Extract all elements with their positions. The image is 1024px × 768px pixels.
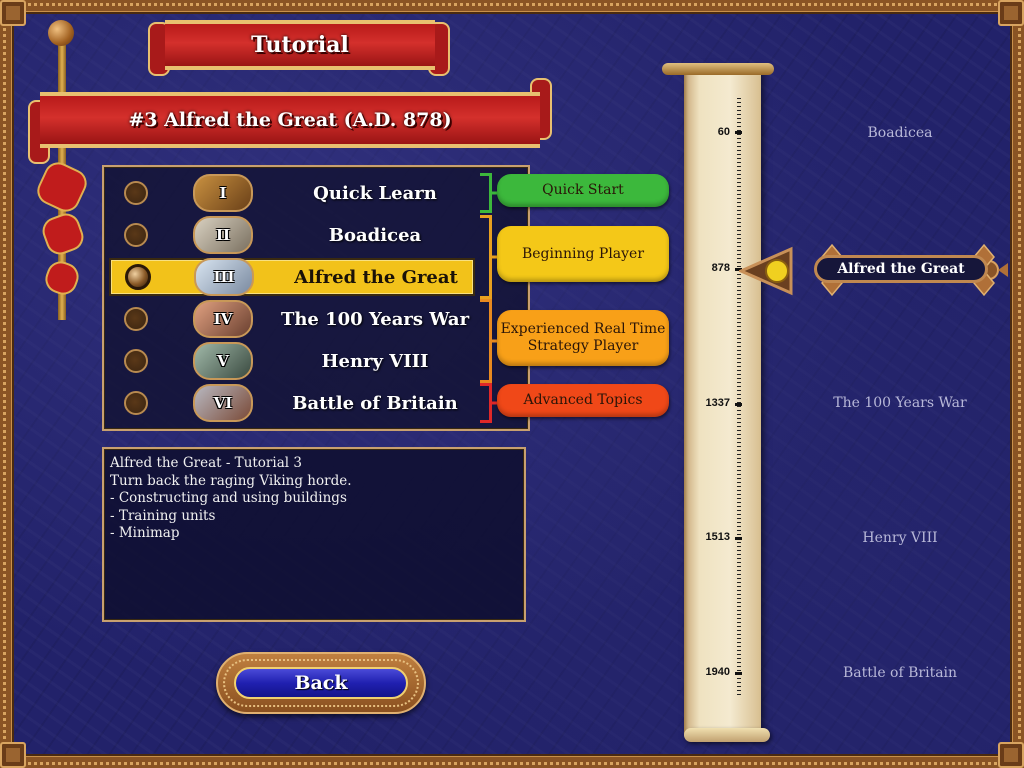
radio-button[interactable] — [124, 349, 148, 373]
factory-medallion-icon: VI — [193, 384, 253, 422]
tutorial-label: Alfred the Great — [294, 266, 458, 288]
advanced-topics-button[interactable]: Advanced Topics — [497, 384, 669, 417]
beginning-player-button[interactable]: Beginning Player — [497, 226, 669, 282]
back-button[interactable]: Back — [234, 667, 408, 699]
timeline-ruler — [737, 98, 741, 698]
era-label[interactable]: Battle of Britain — [800, 665, 1000, 681]
tutorial-label: Boadicea — [328, 224, 422, 246]
frame-corner — [0, 742, 26, 768]
frame-corner — [998, 0, 1024, 26]
year-label: 1940 — [705, 666, 730, 678]
description-bullet: - Constructing and using buildings — [110, 490, 347, 506]
page-title: Tutorial — [165, 20, 435, 70]
major-tick — [735, 131, 742, 134]
tutorial-item[interactable]: VI Battle of Britain — [110, 384, 474, 422]
level-bracket — [480, 383, 492, 423]
radio-button[interactable] — [124, 391, 148, 415]
description-bullet: - Training units — [110, 507, 216, 524]
tutorial-item[interactable]: V Henry VIII — [110, 342, 474, 380]
level-bracket — [480, 173, 492, 213]
tutorial-item[interactable]: II Boadicea — [110, 216, 474, 254]
major-tick — [735, 537, 742, 540]
radio-button[interactable] — [124, 307, 148, 331]
radio-button[interactable] — [124, 181, 148, 205]
year-label: 60 — [717, 126, 730, 138]
year-label: 1513 — [705, 531, 730, 543]
sphinx-medallion-icon: I — [193, 174, 253, 212]
tutorial-heading: #3 Alfred the Great (A.D. 878) — [40, 92, 540, 148]
description-bullet: - Minimap — [110, 525, 180, 541]
description-title: Alfred the Great - Tutorial 3 — [110, 455, 302, 471]
era-label[interactable]: Henry VIII — [800, 530, 1000, 546]
current-era-label: Alfred the Great — [814, 255, 988, 283]
era-label[interactable]: Boadicea — [800, 125, 1000, 141]
tutorial-label: Battle of Britain — [292, 392, 458, 414]
major-tick — [735, 403, 742, 406]
timeline-marker-icon — [739, 246, 793, 296]
tutorial-item-selected[interactable]: III Alfred the Great — [109, 258, 475, 296]
level-bracket — [480, 299, 492, 383]
radio-button-checked[interactable] — [125, 264, 151, 290]
temple-medallion-icon: II — [193, 216, 253, 254]
tutorial-label: Quick Learn — [313, 182, 437, 204]
scroll-rod — [684, 728, 770, 742]
year-label: 1337 — [705, 397, 730, 409]
scroll-rod — [662, 63, 774, 75]
description-panel: Alfred the Great - Tutorial 3 Turn back … — [102, 447, 526, 622]
tutorial-label: Henry VIII — [321, 350, 429, 372]
experienced-player-button[interactable]: Experienced Real Time Strategy Player — [497, 310, 669, 366]
tutorial-item[interactable]: I Quick Learn — [110, 174, 474, 212]
clock-tower-medallion-icon: V — [193, 342, 253, 380]
tutorial-list: I Quick Learn II Boadicea III Alfred the… — [102, 165, 530, 431]
level-bracket — [480, 215, 492, 299]
dome-medallion-icon: IV — [193, 300, 253, 338]
era-label[interactable]: The 100 Years War — [800, 395, 1000, 411]
quick-start-button[interactable]: Quick Start — [497, 174, 669, 207]
description-text: Turn back the raging Viking horde. — [110, 472, 352, 489]
back-button-frame: Back — [216, 652, 426, 714]
tutorial-label: The 100 Years War — [280, 308, 470, 330]
frame-corner — [998, 742, 1024, 768]
major-tick — [735, 672, 742, 675]
cathedral-medallion-icon: III — [194, 258, 254, 296]
frame-corner — [0, 0, 26, 26]
orb-decoration — [48, 20, 74, 46]
tutorial-item[interactable]: IV The 100 Years War — [110, 300, 474, 338]
radio-button[interactable] — [124, 223, 148, 247]
year-label: 878 — [711, 262, 730, 274]
